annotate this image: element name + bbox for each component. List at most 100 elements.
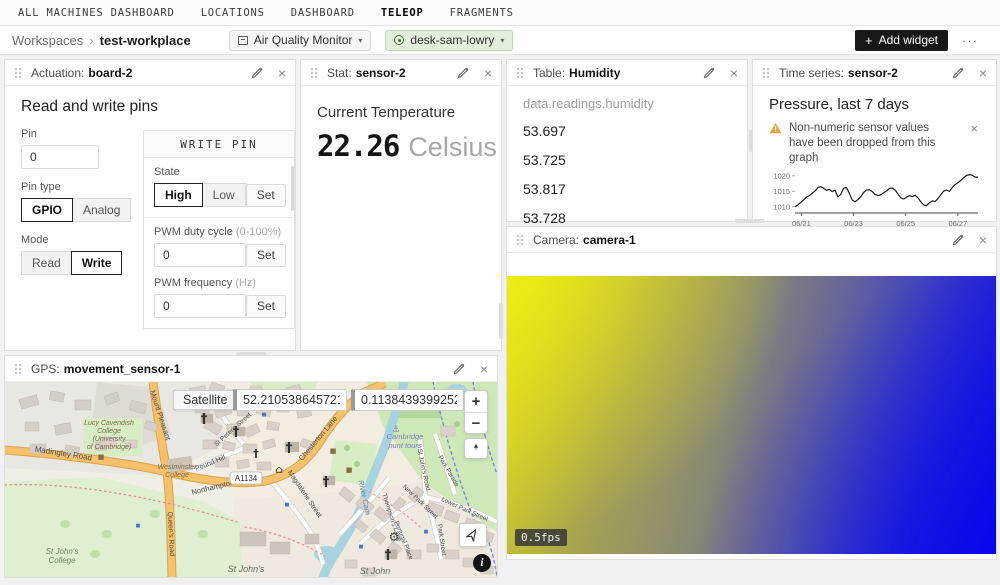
- warning-banner: Non-numeric sensor values have been drop…: [769, 121, 980, 166]
- warning-text: Non-numeric sensor values have been drop…: [789, 121, 957, 166]
- widget-header: Time series: sensor-2 ×: [753, 60, 996, 86]
- machine-part-icon: [238, 36, 248, 45]
- edit-pencil-icon[interactable]: [456, 66, 470, 80]
- nav-tab-fragments[interactable]: FRAGMENTS: [450, 7, 514, 19]
- widget-camera: Camera: camera-1 × 0.5fps: [506, 226, 997, 560]
- longitude-input[interactable]: [351, 389, 464, 411]
- drag-handle-icon[interactable]: [516, 67, 524, 78]
- latitude-input[interactable]: [233, 389, 347, 411]
- map-symbol: ■: [136, 523, 141, 529]
- close-icon[interactable]: ×: [730, 66, 738, 80]
- close-icon[interactable]: ×: [480, 362, 488, 376]
- machine-selector[interactable]: desk-sam-lowry ▾: [385, 30, 513, 51]
- stat-metric-label: Current Temperature: [317, 104, 485, 121]
- pin-label: Pin: [21, 128, 121, 140]
- scrollbar-thumb[interactable]: [291, 166, 294, 211]
- widget-type-label: Camera:: [533, 233, 579, 247]
- more-menu-button[interactable]: ···: [962, 33, 978, 48]
- widget-type-label: Time series:: [779, 66, 844, 80]
- map-label: St John's: [228, 564, 265, 574]
- map-symbol: ⌂: [275, 463, 283, 476]
- close-icon[interactable]: ×: [979, 233, 987, 247]
- drag-handle-icon[interactable]: [310, 67, 318, 78]
- pin-input[interactable]: [21, 145, 99, 169]
- top-nav: ALL MACHINES DASHBOARD LOCATIONS DASHBOARD…: [0, 0, 1000, 26]
- breadcrumb-current[interactable]: test-workplace: [100, 33, 191, 48]
- pwm-duty-set-button[interactable]: Set: [246, 244, 286, 267]
- y-tick-label: 1010: [773, 202, 790, 211]
- write-pin-header: WRITE PIN: [144, 131, 294, 158]
- pwm-freq-set-button[interactable]: Set: [246, 295, 286, 318]
- table-row: 53.817: [523, 174, 731, 203]
- svg-text:A1134: A1134: [235, 474, 258, 483]
- edit-pencil-icon[interactable]: [951, 66, 965, 80]
- zoom-in-button[interactable]: +: [465, 391, 487, 412]
- attribution-info-button[interactable]: i: [473, 554, 491, 572]
- drag-handle-icon[interactable]: [14, 67, 22, 78]
- map-symbol: ■: [346, 466, 353, 474]
- nav-tab-dashboard[interactable]: DASHBOARD: [291, 7, 355, 19]
- add-widget-button[interactable]: + Add widget: [855, 30, 948, 51]
- map-label: of Cambridge): [87, 444, 131, 451]
- state-label: State: [154, 166, 284, 178]
- widget-table: Table: Humidity × data.readings.humidity…: [506, 59, 748, 222]
- pwm-freq-input[interactable]: [154, 294, 246, 318]
- warning-close-icon[interactable]: ×: [970, 121, 978, 136]
- chevron-down-icon: ▾: [358, 36, 362, 45]
- pwm-duty-label: PWM duty cycle: [154, 226, 233, 238]
- y-tick-label: 1020: [773, 171, 790, 180]
- widget-actuation: Actuation: board-2 × Read and write pins…: [4, 59, 296, 351]
- edit-pencil-icon[interactable]: [250, 66, 264, 80]
- row-resize-handle[interactable]: [735, 219, 765, 223]
- pressure-series-line: [795, 174, 978, 206]
- drag-handle-icon[interactable]: [516, 234, 524, 245]
- widget-gps: GPS: movement_sensor-1 ×: [4, 355, 498, 578]
- chart-title: Pressure, last 7 days: [769, 96, 980, 113]
- mode-write-button[interactable]: Write: [71, 251, 123, 275]
- zoom-out-button[interactable]: −: [465, 412, 487, 433]
- widget-type-label: GPS:: [31, 362, 60, 376]
- pwm-freq-hint: (Hz): [235, 277, 256, 289]
- map-label: Cambridge: [387, 432, 424, 441]
- state-high-button[interactable]: High: [154, 183, 203, 207]
- pwm-freq-label: PWM frequency: [154, 277, 232, 289]
- map-symbol: †: [201, 412, 208, 427]
- edit-pencil-icon[interactable]: [951, 233, 965, 247]
- close-icon[interactable]: ×: [278, 66, 286, 80]
- map-canvas[interactable]: ††††††⌂■■■⚓⚙■■■■■ Madingley RoadMount Pl…: [5, 382, 497, 577]
- table-rows: 53.69753.72553.81753.728: [523, 116, 731, 232]
- drag-handle-icon[interactable]: [762, 67, 770, 78]
- pin-type-analog-button[interactable]: Analog: [72, 198, 131, 222]
- column-resize-handle[interactable]: [499, 303, 503, 339]
- pin-type-gpio-button[interactable]: GPIO: [21, 198, 73, 222]
- machine-part-selector[interactable]: Air Quality Monitor ▾: [229, 30, 372, 51]
- locate-button[interactable]: [459, 523, 487, 547]
- openstreetmap-tiles: ††††††⌂■■■⚓⚙■■■■■ Madingley RoadMount Pl…: [5, 382, 497, 577]
- pwm-duty-input[interactable]: [154, 243, 246, 267]
- nav-tab-all-machines-dashboard[interactable]: ALL MACHINES DASHBOARD: [18, 7, 175, 19]
- nav-tab-locations[interactable]: LOCATIONS: [201, 7, 265, 19]
- write-pin-panel: WRITE PIN State High Low Set PWM duty cy…: [143, 130, 295, 329]
- machine-part-label: Air Quality Monitor: [254, 33, 353, 47]
- pitch-toggle-button[interactable]: ▲ ▼: [464, 438, 488, 459]
- drag-handle-icon[interactable]: [14, 363, 22, 374]
- state-set-button[interactable]: Set: [246, 184, 286, 207]
- column-resize-handle[interactable]: [749, 130, 752, 152]
- widget-stat: Stat: sensor-2 × Current Temperature 22.…: [300, 59, 502, 351]
- table-row: 53.697: [523, 116, 731, 145]
- nav-tab-teleop[interactable]: TELEOP: [381, 7, 424, 19]
- satellite-toggle-button[interactable]: Satellite: [173, 390, 237, 410]
- breadcrumb-root[interactable]: Workspaces: [12, 33, 83, 48]
- row-resize-handle[interactable]: [236, 352, 266, 356]
- widget-name: board-2: [88, 66, 132, 80]
- mode-read-button[interactable]: Read: [21, 251, 72, 275]
- widget-name: sensor-2: [356, 66, 406, 80]
- close-icon[interactable]: ×: [979, 66, 987, 80]
- widget-header: GPS: movement_sensor-1 ×: [5, 356, 497, 382]
- mode-label: Mode: [21, 234, 121, 246]
- state-low-button[interactable]: Low: [202, 183, 246, 207]
- edit-pencil-icon[interactable]: [452, 362, 466, 376]
- pin-type-label: Pin type: [21, 181, 121, 193]
- close-icon[interactable]: ×: [484, 66, 492, 80]
- edit-pencil-icon[interactable]: [702, 66, 716, 80]
